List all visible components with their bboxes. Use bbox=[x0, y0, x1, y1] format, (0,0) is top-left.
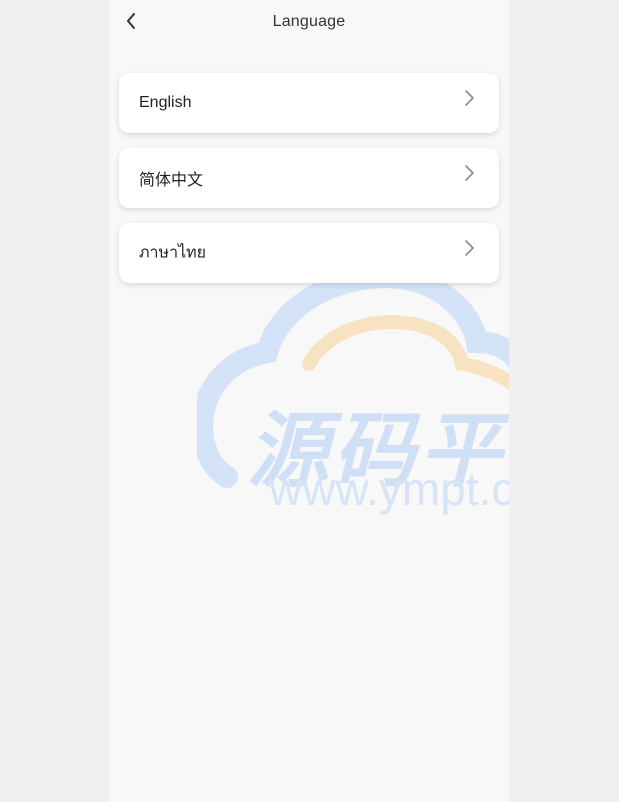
language-item-simplified-chinese[interactable]: 简体中文 bbox=[119, 148, 499, 208]
watermark: 源码平台 www.ympt.cc bbox=[191, 265, 509, 522]
language-screen: 源码平台 www.ympt.cc Language English 简体中文 ภ… bbox=[109, 0, 509, 802]
watermark-text: 源码平台 bbox=[247, 406, 509, 497]
cloud-logo-icon bbox=[191, 265, 509, 488]
chevron-right-icon bbox=[465, 240, 474, 256]
language-label: English bbox=[139, 94, 192, 111]
language-list: English 简体中文 ภาษาไทย bbox=[119, 73, 499, 298]
language-label: ภาษาไทย bbox=[139, 244, 207, 262]
language-item-english[interactable]: English bbox=[119, 73, 499, 133]
language-label: 简体中文 bbox=[139, 172, 204, 189]
chevron-right-icon bbox=[465, 90, 474, 106]
language-item-thai[interactable]: ภาษาไทย bbox=[119, 223, 499, 283]
page-title: Language bbox=[272, 13, 346, 30]
watermark-url: www.ympt.cc bbox=[269, 463, 509, 515]
chevron-right-icon bbox=[465, 165, 474, 181]
nav-header: Language bbox=[109, 0, 509, 46]
